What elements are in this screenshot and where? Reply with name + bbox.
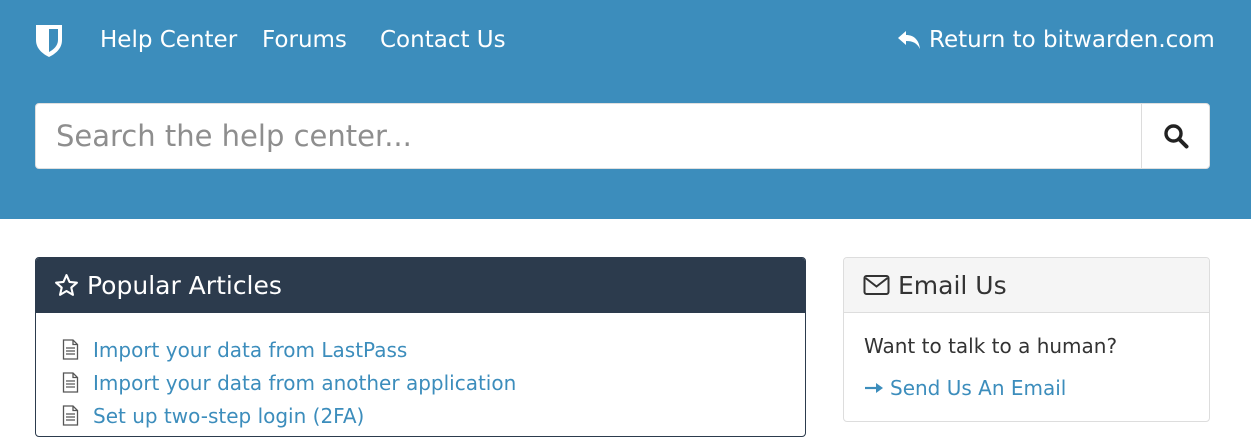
list-item: Import your data from another applicatio… xyxy=(62,366,805,399)
star-outline-icon xyxy=(55,274,78,296)
search-icon xyxy=(1163,124,1188,149)
bitwarden-logo[interactable] xyxy=(35,24,63,58)
document-icon xyxy=(62,339,79,360)
article-link[interactable]: Import your data from another applicatio… xyxy=(93,371,516,395)
list-item: Import your data from LastPass xyxy=(62,333,805,366)
nav-return-to-site[interactable]: Return to bitwarden.com xyxy=(896,25,1215,55)
search-button[interactable] xyxy=(1141,104,1209,168)
reply-arrow-icon xyxy=(898,31,920,49)
return-link-label: Return to bitwarden.com xyxy=(929,27,1215,53)
nav-forums[interactable]: Forums xyxy=(262,25,347,55)
email-us-panel: Email Us Want to talk to a human? Send U… xyxy=(843,257,1210,422)
envelope-icon xyxy=(863,275,890,295)
popular-articles-header: Popular Articles xyxy=(36,258,805,313)
article-link[interactable]: Set up two-step login (2FA) xyxy=(93,404,364,428)
hero-header: Help Center Forums Contact Us Return to … xyxy=(0,0,1251,219)
nav-help-center[interactable]: Help Center xyxy=(100,25,237,55)
right-arrow-icon xyxy=(865,383,883,393)
email-us-title: Email Us xyxy=(898,270,1007,300)
article-link[interactable]: Import your data from LastPass xyxy=(93,338,407,362)
list-item: Set up two-step login (2FA) xyxy=(62,399,805,432)
search-input[interactable] xyxy=(36,104,1141,168)
document-icon xyxy=(62,405,79,426)
shield-icon xyxy=(36,25,62,57)
popular-articles-title: Popular Articles xyxy=(87,271,282,300)
email-us-body: Want to talk to a human? Send Us An Emai… xyxy=(844,313,1209,400)
article-list: Import your data from LastPass Import yo… xyxy=(36,313,805,432)
nav-contact-us[interactable]: Contact Us xyxy=(380,25,506,55)
search-bar xyxy=(35,103,1210,169)
email-us-header: Email Us xyxy=(844,258,1209,313)
document-icon xyxy=(62,372,79,393)
popular-articles-panel: Popular Articles Import your data from L… xyxy=(35,257,806,437)
send-email-link[interactable]: Send Us An Email xyxy=(864,376,1189,400)
send-email-label: Send Us An Email xyxy=(890,376,1067,400)
email-us-text: Want to talk to a human? xyxy=(864,334,1118,358)
